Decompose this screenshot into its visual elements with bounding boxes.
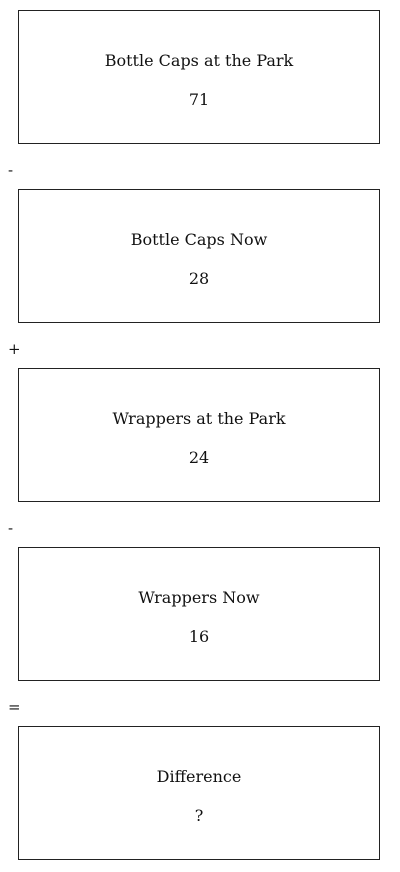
box-label: Difference — [156, 767, 242, 786]
box-label: Bottle Caps at the Park — [104, 51, 294, 70]
box-value: 71 — [188, 90, 210, 109]
box-value: ? — [194, 806, 204, 825]
box-label: Bottle Caps Now — [130, 230, 268, 249]
operator-minus: - — [8, 161, 14, 179]
box-wrappers-at-park: Wrappers at the Park 24 — [18, 368, 380, 502]
box-label: Wrappers at the Park — [112, 409, 286, 428]
operator-equals: = — [8, 698, 21, 716]
box-value: 24 — [188, 448, 210, 467]
operator-plus: + — [8, 340, 21, 358]
box-wrappers-now: Wrappers Now 16 — [18, 547, 380, 681]
box-difference: Difference ? — [18, 726, 380, 860]
box-value: 16 — [188, 627, 210, 646]
box-value: 28 — [188, 269, 210, 288]
box-label: Wrappers Now — [138, 588, 260, 607]
box-bottle-caps-now: Bottle Caps Now 28 — [18, 189, 380, 323]
operator-minus: - — [8, 519, 14, 537]
box-bottle-caps-at-park: Bottle Caps at the Park 71 — [18, 10, 380, 144]
